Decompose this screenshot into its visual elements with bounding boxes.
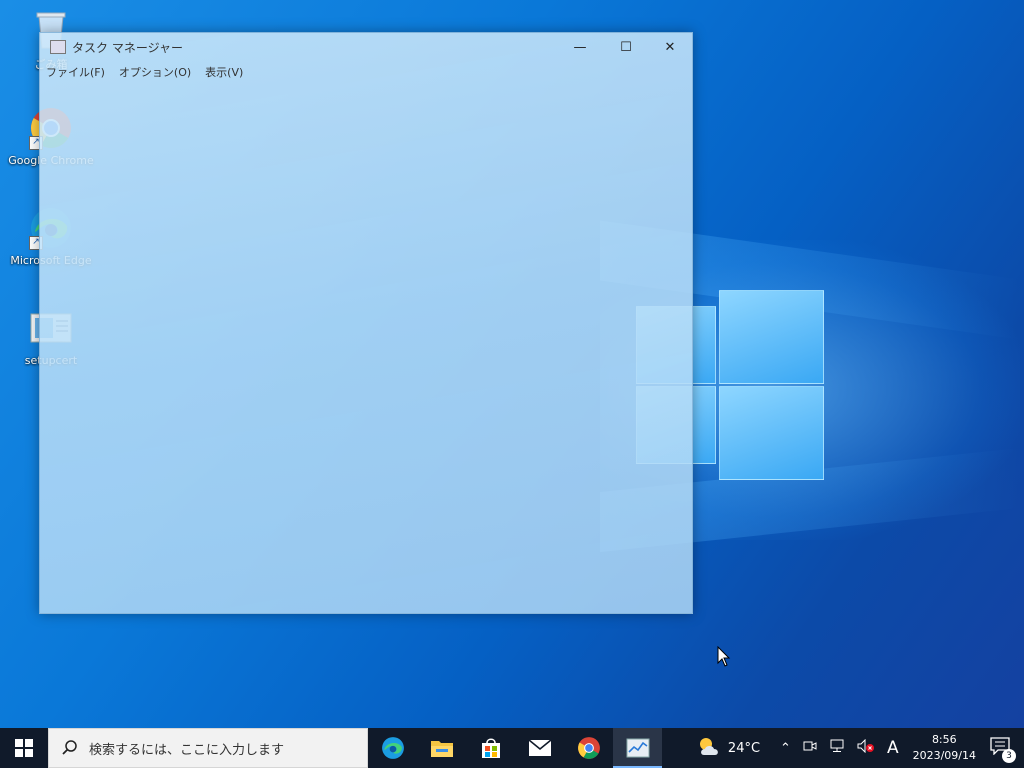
task-manager-icon — [626, 738, 649, 758]
menu-bar: ファイル(F) オプション(O) 表示(V) — [40, 61, 692, 83]
menu-file[interactable]: ファイル(F) — [46, 64, 105, 80]
network-icon[interactable] — [829, 739, 845, 757]
store-icon — [481, 738, 500, 758]
taskbar-store[interactable] — [466, 728, 515, 768]
show-hidden-icons-chevron-icon[interactable]: ⌃ — [780, 741, 791, 756]
minimize-button[interactable]: — — [557, 33, 603, 61]
edge-icon — [381, 737, 404, 759]
task-manager-window[interactable]: タスク マネージャー — ☐ ✕ ファイル(F) オプション(O) 表示(V) — [39, 32, 693, 614]
maximize-button[interactable]: ☐ — [603, 33, 649, 61]
window-titlebar[interactable]: タスク マネージャー — ☐ ✕ — [40, 33, 692, 61]
ime-mode-indicator[interactable]: A — [887, 738, 899, 758]
search-placeholder: 検索するには、ここに入力します — [89, 742, 285, 758]
taskbar-edge[interactable] — [368, 728, 417, 768]
volume-muted-icon[interactable] — [857, 738, 875, 757]
window-title: タスク マネージャー — [72, 40, 183, 55]
mouse-cursor-icon — [717, 645, 731, 672]
clock-date: 2023/09/14 — [912, 749, 976, 762]
mail-icon — [527, 739, 552, 756]
meet-now-icon[interactable] — [803, 740, 817, 756]
clock[interactable]: 8:56 2023/09/14 — [913, 732, 976, 764]
menu-view[interactable]: 表示(V) — [205, 64, 243, 80]
search-icon — [62, 740, 77, 755]
notification-center-button[interactable]: 3 — [990, 737, 1016, 763]
weather-temperature[interactable]: 24°C — [728, 741, 760, 756]
start-button[interactable] — [0, 728, 48, 768]
taskbar-search-box[interactable]: 検索するには、ここに入力します — [48, 728, 368, 768]
taskbar-mail[interactable] — [515, 728, 564, 768]
window-content-area — [40, 83, 692, 611]
taskbar-chrome[interactable] — [564, 728, 613, 768]
file-explorer-icon — [430, 741, 453, 757]
taskbar: 検索するには、ここに入力します 24°C ⌃ A 8:56 2023/09/14… — [0, 728, 1024, 768]
system-tray: 24°C ⌃ A 8:56 2023/09/14 3 — [690, 728, 1024, 768]
weather-icon[interactable] — [696, 735, 722, 761]
notification-badge: 3 — [1002, 749, 1016, 763]
taskbar-task-manager[interactable] — [613, 728, 662, 768]
task-manager-icon — [50, 40, 66, 54]
clock-time: 8:56 — [931, 733, 957, 746]
chrome-icon — [577, 737, 600, 759]
taskbar-file-explorer[interactable] — [417, 728, 466, 768]
close-button[interactable]: ✕ — [647, 33, 693, 61]
menu-options[interactable]: オプション(O) — [119, 64, 191, 80]
windows-logo-icon — [15, 739, 33, 757]
